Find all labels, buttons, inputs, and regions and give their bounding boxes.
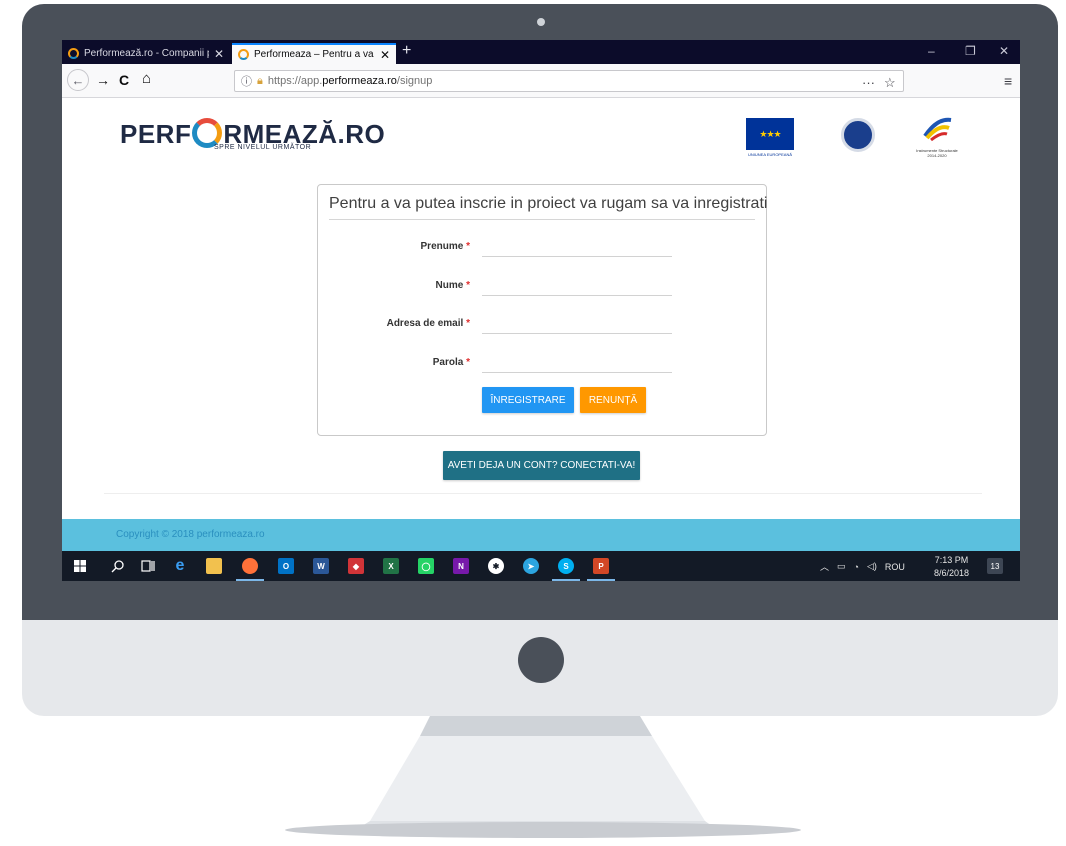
restore-button[interactable]: ❐ (965, 44, 976, 58)
telegram-icon[interactable]: ➤ (523, 558, 539, 574)
active-app-indicator (552, 579, 580, 581)
signup-form-card: Pentru a va putea inscrie in proiect va … (317, 184, 767, 436)
eu-flag-logo: ★★★ (746, 118, 794, 150)
edge-icon[interactable]: e (172, 557, 188, 574)
security-shield-icon[interactable]: ◆ (348, 558, 364, 574)
divider (329, 219, 755, 220)
url-bar[interactable]: ⓘ 🔒︎ https://app.performeaza.ro/signup (234, 70, 904, 92)
volume-icon[interactable]: ◁) (867, 561, 877, 572)
monitor-stand (285, 716, 801, 838)
register-button[interactable]: ÎNREGISTRARE (482, 387, 574, 413)
system-tray: ︿ ▭ ◔ ◁) ROU (820, 560, 905, 573)
tab-title: Performeaza – Pentru a va pute (254, 49, 375, 60)
close-icon[interactable]: ✕ (214, 47, 224, 61)
page-actions-icon[interactable]: ··· (862, 75, 875, 91)
performeaza-favicon-icon (68, 48, 79, 59)
lock-warning-icon[interactable]: 🔒︎ (257, 75, 263, 88)
nume-label: Nume * (435, 280, 470, 291)
monitor-button (518, 637, 564, 683)
brand-tagline: SPRE NIVELUL URMĂTOR (214, 144, 312, 151)
parola-label: Parola * (432, 357, 470, 368)
email-input[interactable] (482, 316, 672, 334)
reload-button[interactable]: C (119, 72, 129, 88)
wifi-icon[interactable]: ◔ (854, 562, 859, 572)
copyright-text: Copyright © 2018 performeaza.ro (116, 529, 265, 540)
onenote-icon[interactable]: N (453, 558, 469, 574)
active-app-indicator (587, 579, 615, 581)
close-window-button[interactable]: ✕ (999, 44, 1009, 58)
chevron-up-icon[interactable]: ︿ (820, 560, 829, 573)
battery-icon[interactable]: ▭ (837, 561, 846, 572)
prenume-label: Prenume * (420, 241, 470, 252)
firefox-icon[interactable] (242, 558, 258, 574)
hamburger-menu-icon[interactable]: ≡ (1004, 73, 1012, 89)
minimize-button[interactable]: – (928, 44, 935, 58)
tab-performeaza-signup[interactable]: Performeaza – Pentru a va pute ✕ (232, 43, 396, 64)
page-content: PERF RMEAZĂ.RO SPRE NIVELUL URMĂTOR ★★★ U… (62, 98, 1020, 552)
back-button[interactable]: ← (67, 69, 89, 91)
word-icon[interactable]: W (313, 558, 329, 574)
home-button[interactable]: ⌂ (142, 70, 151, 87)
eu-caption: UNIUNEA EUROPEANĂ (747, 152, 792, 157)
romanian-government-logo (841, 118, 875, 152)
windows-start-icon[interactable] (72, 558, 88, 574)
login-link-button[interactable]: AVETI DEJA UN CONT? CONECTATI-VA! (443, 451, 640, 480)
whatsapp-icon[interactable]: ◯ (418, 558, 434, 574)
notification-center-icon[interactable]: 13 (987, 558, 1003, 574)
active-app-indicator (236, 579, 264, 581)
divider (104, 493, 982, 494)
password-input[interactable] (482, 355, 672, 373)
browser-nav-bar: ← → C ⌂ ⓘ 🔒︎ https://app.performeaza.ro/… (62, 64, 1020, 98)
outlook-icon[interactable]: O (278, 558, 294, 574)
eu-stars-icon: ★★★ (759, 128, 781, 139)
clock-date: 8/6/2018 (934, 568, 970, 578)
language-indicator[interactable]: ROU (885, 562, 905, 572)
nume-input[interactable] (482, 278, 672, 296)
page-footer: Copyright © 2018 performeaza.ro (62, 519, 1020, 552)
webcam-dot (537, 18, 545, 26)
powerpoint-icon[interactable]: P (593, 558, 609, 574)
brand-text-left: PERF (120, 119, 192, 149)
info-icon[interactable]: ⓘ (241, 73, 252, 89)
search-icon[interactable] (110, 558, 126, 574)
monitor-mockup: Performează.ro - Companii per ✕ Performe… (0, 0, 1066, 846)
excel-icon[interactable]: X (383, 558, 399, 574)
forward-button[interactable]: → (96, 72, 110, 88)
browser-tab-bar: Performează.ro - Companii per ✕ Performe… (62, 40, 1020, 64)
form-title: Pentru a va putea inscrie in proiect va … (329, 195, 768, 212)
structural-instruments-caption: Instrumente Structurale 2014-2020 (916, 148, 958, 158)
close-icon[interactable]: ✕ (380, 48, 390, 62)
clock[interactable]: 7:13 PM 8/6/2018 (934, 554, 969, 580)
cancel-button[interactable]: RENUNȚĂ (580, 387, 646, 413)
tab-title: Performează.ro - Companii per (84, 48, 209, 59)
file-explorer-icon[interactable] (206, 558, 222, 574)
performeaza-favicon-icon (238, 49, 249, 60)
windows-taskbar: e O W ◆ X ◯ N ✱ ➤ S P ︿ ▭ ◔ ◁) ROU 7:13 … (62, 551, 1020, 581)
task-view-icon[interactable] (140, 558, 156, 574)
structural-instruments-logo (923, 117, 952, 142)
clock-time: 7:13 PM (934, 555, 969, 565)
email-label: Adresa de email * (386, 318, 470, 329)
bookmark-star-icon[interactable]: ☆ (884, 75, 896, 91)
new-tab-button[interactable]: + (402, 42, 411, 60)
url-actions: ··· ☆ (862, 75, 896, 91)
app-icon[interactable]: ✱ (488, 558, 504, 574)
tab-performeaza-companii[interactable]: Performează.ro - Companii per ✕ (62, 43, 230, 64)
skype-icon[interactable]: S (558, 558, 574, 574)
url-text: https://app.performeaza.ro/signup (267, 75, 433, 87)
prenume-input[interactable] (482, 239, 672, 257)
screen: Performează.ro - Companii per ✕ Performe… (62, 40, 1020, 581)
